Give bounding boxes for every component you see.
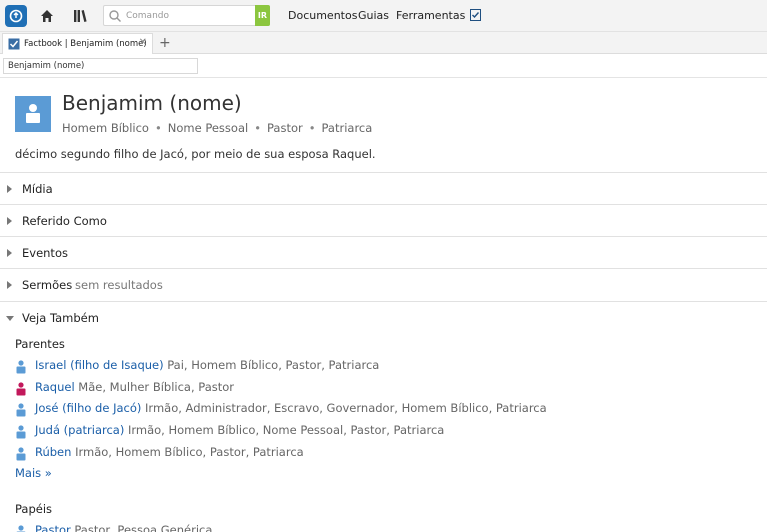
logos-home-button[interactable] [5, 5, 27, 27]
female-person-icon [16, 382, 26, 396]
reference-bar [0, 55, 767, 78]
section-label: Mídia [22, 182, 53, 196]
separator: • [308, 121, 316, 135]
expand-icon [7, 185, 12, 193]
expand-icon [7, 281, 12, 289]
person-info: Mãe, Mulher Bíblica, Pastor [74, 379, 235, 394]
tag: Patriarca [321, 121, 373, 135]
section-media[interactable]: Mídia [0, 172, 767, 204]
person-info: Pai, Homem Bíblico, Pastor, Patriarca [163, 358, 380, 372]
person-link[interactable]: José (filho de Jacó) Irmão, Administrado… [35, 401, 547, 415]
tab-title: Factbook | Benjamim (nome) [24, 39, 147, 49]
home-button[interactable] [37, 6, 57, 26]
section-note: sem resultados [75, 278, 163, 292]
tag: Nome Pessoal [167, 121, 249, 135]
section-see-also[interactable]: Veja Também [0, 301, 767, 333]
menu-documentos[interactable]: Documentos [288, 9, 357, 22]
person-link[interactable]: Israel (filho de Isaque) Pai, Homem Bíbl… [35, 358, 379, 372]
expand-icon [7, 217, 12, 225]
separator: • [254, 121, 261, 135]
menu-ferramentas[interactable]: Ferramentas [396, 9, 465, 22]
more-link[interactable]: Mais » [15, 466, 52, 480]
section-sermons[interactable]: Sermões sem resultados [0, 268, 767, 300]
tab-factbook[interactable]: Factbook | Benjamim (nome) ✕ [2, 33, 153, 54]
person-link[interactable]: Pastor Pastor, Pessoa Genérica [35, 523, 212, 532]
roles-heading: Papéis [15, 502, 53, 516]
tag: Pastor [266, 121, 303, 135]
separator: • [154, 121, 162, 135]
go-button[interactable]: IR [255, 5, 270, 26]
tab-strip: Factbook | Benjamim (nome) ✕ + [0, 32, 767, 54]
relatives-heading: Parentes [15, 337, 65, 351]
male-person-icon [16, 360, 26, 374]
logos-icon [9, 9, 23, 23]
factbook-icon [8, 38, 20, 50]
home-icon [41, 10, 53, 22]
search-icon [109, 10, 121, 22]
male-person-icon [16, 403, 26, 417]
reference-input[interactable] [3, 58, 198, 74]
person-icon [26, 104, 40, 123]
add-tab-button[interactable]: + [159, 35, 171, 51]
person-info: Irmão, Homem Bíblico, Nome Pessoal, Past… [124, 423, 445, 438]
person-link[interactable]: Rúben Irmão, Homem Bíblico, Pastor, Patr… [35, 445, 304, 459]
person-info: Irmão, Administrador, Escravo, Governado… [141, 401, 547, 416]
library-icon [74, 10, 87, 22]
close-icon[interactable]: ✕ [139, 37, 147, 48]
male-person-icon [16, 447, 26, 461]
entry-description: décimo segundo filho de Jacó, por meio d… [15, 147, 376, 161]
person-info: Pastor, Pessoa Genérica [70, 523, 213, 532]
section-referred-as[interactable]: Referido Como [0, 204, 767, 236]
section-label: Veja Também [22, 311, 99, 325]
section-label: Referido Como [22, 214, 107, 228]
section-label: Sermões [22, 278, 73, 292]
person-info: Irmão, Homem Bíblico, Pastor, Patriarca [71, 444, 304, 459]
person-avatar [15, 96, 51, 132]
menu-guias[interactable]: Guias [358, 9, 389, 22]
person-link[interactable]: Judá (patriarca) Irmão, Homem Bíblico, N… [35, 423, 444, 437]
person-link[interactable]: Raquel Mãe, Mulher Bíblica, Pastor [35, 380, 234, 394]
section-events[interactable]: Eventos [0, 236, 767, 268]
page-title: Benjamim (nome) [62, 91, 242, 115]
section-label: Eventos [22, 246, 68, 260]
male-person-icon [16, 425, 26, 439]
checklist-icon[interactable] [470, 9, 481, 21]
expand-icon [7, 249, 12, 257]
male-person-icon [16, 525, 26, 532]
library-button[interactable] [70, 6, 90, 26]
toolbar: IR Documentos Guias Ferramentas [0, 0, 767, 32]
command-input[interactable] [126, 6, 254, 25]
command-box: IR [103, 5, 270, 26]
entry-tags: Homem Bíblico • Nome Pessoal • Pastor • Patria… [62, 121, 372, 135]
tag: Homem Bíblico [62, 121, 149, 135]
collapse-icon [6, 316, 14, 321]
